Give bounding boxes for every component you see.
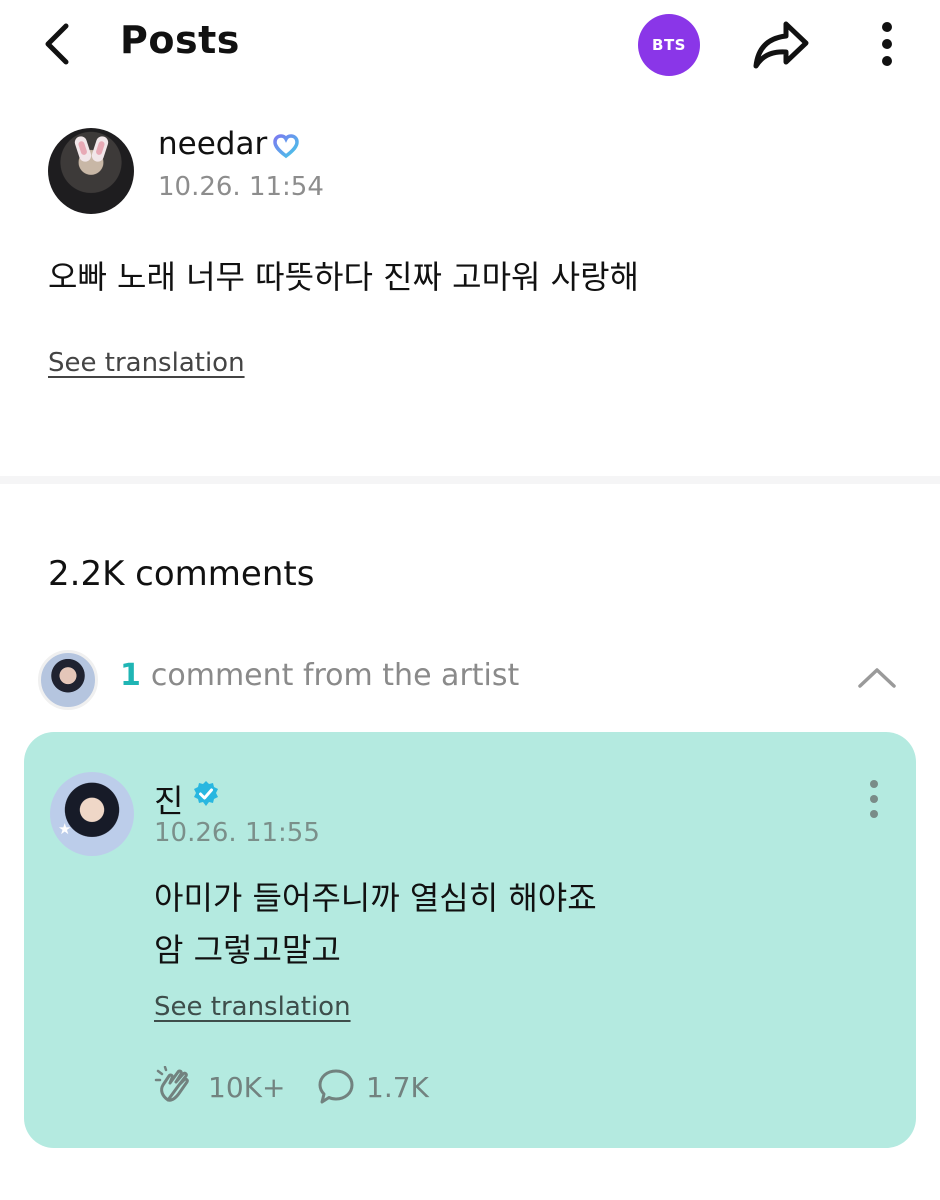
post-timestamp: 10.26. 11:54	[158, 172, 324, 202]
author-avatar[interactable]	[48, 128, 134, 214]
artist-comment-count: 1	[120, 658, 141, 693]
section-divider	[0, 476, 940, 484]
artist-name[interactable]: 진	[154, 776, 183, 822]
comment-body: 아미가 들어주니까 열심히 해야죠 암 그렇고말고	[154, 872, 597, 976]
post-body: 오빠 노래 너무 따뜻하다 진짜 고마워 사랑해	[48, 258, 639, 296]
heart-badge-icon	[273, 134, 299, 159]
bunny-ear-left	[73, 134, 93, 164]
like-count: 10K+	[208, 1070, 286, 1104]
artist-comment-card: ★ 진 10.26. 11:55 아미가 들어주니까 열심히 해야죠 암 그렇고…	[24, 732, 916, 1148]
artist-comment-label-text: comment from the artist	[150, 658, 520, 693]
comment-bubble-icon	[318, 1069, 354, 1104]
comments-count: 2.2K comments	[48, 554, 315, 594]
reply-count: 1.7K	[366, 1070, 429, 1104]
more-vertical-icon-dot	[870, 810, 878, 818]
comment-more-button[interactable]	[862, 780, 886, 824]
more-vertical-icon-dot	[882, 56, 892, 66]
clap-icon	[154, 1066, 189, 1102]
verified-badge-icon	[194, 781, 218, 806]
artist-avatar[interactable]: ★	[50, 772, 134, 856]
back-button[interactable]	[36, 20, 80, 68]
comment-line: 아미가 들어주니까 열심히 해야죠	[154, 879, 597, 917]
artist-comments-toggle[interactable]: 1 comment from the artist	[38, 650, 918, 710]
share-button[interactable]	[748, 16, 814, 74]
more-vertical-icon	[870, 780, 878, 788]
page-title: Posts	[120, 18, 240, 62]
chevron-up-icon	[858, 668, 896, 688]
community-badge-button[interactable]: BTS	[638, 14, 700, 76]
artist-avatar-small	[38, 650, 98, 710]
more-vertical-icon-dot	[870, 795, 878, 803]
author-name[interactable]: needar	[158, 126, 267, 162]
top-app-bar: Posts BTS	[0, 0, 940, 90]
artist-comments-label: 1 comment from the artist	[120, 658, 519, 693]
see-translation-link[interactable]: See translation	[48, 348, 245, 378]
back-arrow-icon	[45, 23, 69, 65]
more-vertical-icon-dot	[882, 39, 892, 49]
more-vertical-icon	[882, 22, 892, 32]
star-icon: ★	[58, 820, 72, 838]
bunny-ear-right	[90, 134, 110, 164]
comment-see-translation-link[interactable]: See translation	[154, 992, 351, 1022]
more-options-button[interactable]	[872, 18, 902, 72]
reply-button[interactable]: 1.7K	[316, 1066, 429, 1108]
share-icon	[753, 21, 809, 69]
like-button[interactable]: 10K+	[154, 1066, 285, 1108]
comment-timestamp: 10.26. 11:55	[154, 818, 320, 848]
comment-line: 암 그렇고말고	[154, 931, 341, 969]
